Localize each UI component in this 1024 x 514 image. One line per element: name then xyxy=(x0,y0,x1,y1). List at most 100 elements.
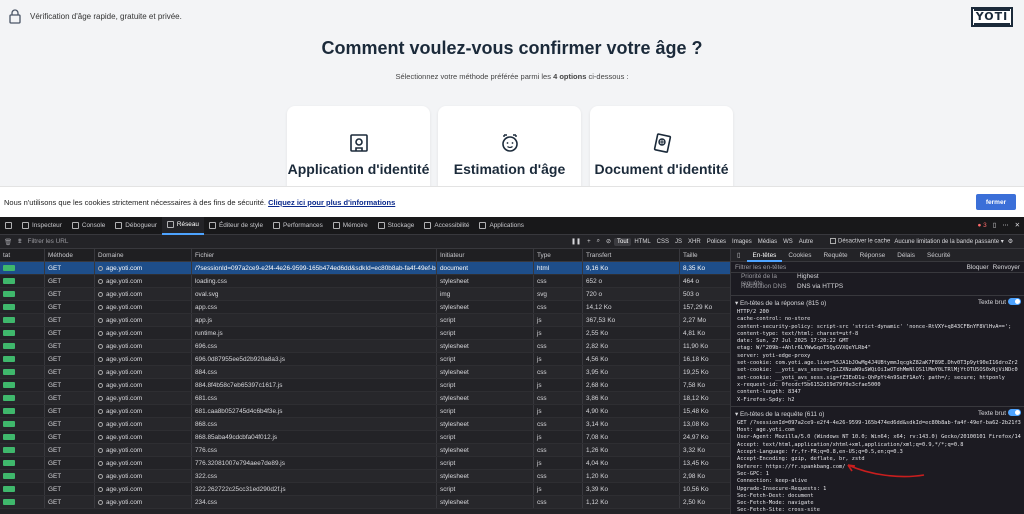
table-row[interactable]: GET age.yoti.com 234.css stylesheet css 1,12 … xyxy=(0,496,730,509)
cell-status xyxy=(0,288,45,300)
lock-icon xyxy=(98,278,103,284)
table-row[interactable]: GET age.yoti.com 776.32081007e794aee7de89.… xyxy=(0,457,730,470)
raw-toggle[interactable] xyxy=(1008,298,1021,305)
resend-button[interactable]: Renvoyer xyxy=(993,264,1020,271)
cell-method: GET xyxy=(45,470,95,482)
add-icon[interactable]: + xyxy=(584,238,594,246)
response-headers-section[interactable]: ▾ En-têtes de la réponse (815 o) Texte b… xyxy=(731,295,1024,307)
table-row[interactable]: GET age.yoti.com/?sessionId=097a2ce9-e2f4… xyxy=(0,262,730,275)
table-row[interactable]: GET age.yoti.com 868.css stylesheet css 3,14 … xyxy=(0,418,730,431)
option-card-age-estimation[interactable]: Estimation d'âge xyxy=(438,106,581,186)
filter-media[interactable]: Médias xyxy=(755,238,780,246)
filter-images[interactable]: Images xyxy=(729,238,755,246)
table-row[interactable]: GET age.yoti.com loading.css stylesheet css 6… xyxy=(0,275,730,288)
cell-method: GET xyxy=(45,353,95,365)
cell-transfer: 9,16 Ko xyxy=(583,262,680,274)
headers-filter-input[interactable]: Filtrer les en-têtes xyxy=(735,264,786,271)
cell-size: 4,81 Ko xyxy=(683,330,706,337)
tab-applications[interactable]: Applications xyxy=(474,217,528,235)
cell-domain: age.yoti.com xyxy=(95,457,192,469)
close-icon[interactable]: ✕ xyxy=(1015,221,1020,229)
col-type[interactable]: Type xyxy=(534,249,583,261)
pick-element-button[interactable] xyxy=(0,217,17,235)
table-row[interactable]: GET age.yoti.com 322.262722c25cc31ed290d2f… xyxy=(0,483,730,496)
option-card-id-app[interactable]: Application d'identité xyxy=(287,106,430,186)
cell-initiator: script xyxy=(437,483,534,495)
tab-console[interactable]: Console xyxy=(67,217,110,235)
trash-icon[interactable]: 🗑 xyxy=(4,238,12,246)
col-status[interactable]: tat xyxy=(0,249,45,261)
tab-inspector[interactable]: Inspecteur xyxy=(17,217,67,235)
cell-size: 3,32 Ko xyxy=(683,447,706,454)
table-row[interactable]: GET age.yoti.com 884.css stylesheet css 3,95 … xyxy=(0,366,730,379)
filter-js[interactable]: JS xyxy=(672,238,685,246)
disable-cache-checkbox[interactable]: Désactiver le cache xyxy=(830,238,890,245)
details-panel-icon[interactable]: ▯ xyxy=(731,249,747,262)
col-initiator[interactable]: Initiateur xyxy=(437,249,534,261)
tab-style-editor[interactable]: Éditeur de style xyxy=(204,217,268,235)
table-row[interactable]: GET age.yoti.com 681.css stylesheet css 3,86 … xyxy=(0,392,730,405)
cookie-info-link[interactable]: Cliquez ici pour plus d'informations xyxy=(268,198,395,207)
table-row[interactable]: GET age.yoti.com oval.svg img svg 720 o 503 o xyxy=(0,288,730,301)
tab-cookies[interactable]: Cookies xyxy=(782,249,817,262)
tab-storage[interactable]: Stockage xyxy=(373,217,420,235)
close-cookie-button[interactable]: fermer xyxy=(976,194,1016,210)
filter-fonts[interactable]: Polices xyxy=(704,238,729,246)
tab-response[interactable]: Réponse xyxy=(854,249,892,262)
table-row[interactable]: GET age.yoti.com 884.8f4b58c7eb65397c1617.… xyxy=(0,379,730,392)
tab-debugger[interactable]: Débogueur xyxy=(110,217,162,235)
table-row[interactable]: GET age.yoti.com app.js script js 367,53 Ko 2,… xyxy=(0,314,730,327)
url-filter[interactable]: 🗑 ⩩ Filtrer les URL xyxy=(4,238,68,246)
type-filters: ❚❚ + ⌕ ⊘ Tout HTML CSS JS XHR Polices Im… xyxy=(568,237,816,246)
cell-size: 10,56 Ko xyxy=(683,486,709,493)
col-method[interactable]: Méthode xyxy=(45,249,95,261)
cell-status xyxy=(0,496,45,508)
search-icon[interactable]: ⌕ xyxy=(594,237,603,246)
error-count[interactable]: ● 3 xyxy=(978,222,987,229)
col-file[interactable]: Fichier xyxy=(192,249,437,261)
tab-timings[interactable]: Délais xyxy=(891,249,921,262)
filter-all[interactable]: Tout xyxy=(613,237,632,246)
cell-initiator: stylesheet xyxy=(437,340,534,352)
cell-file: loading.css xyxy=(192,275,437,287)
filter-other[interactable]: Autre xyxy=(796,238,816,246)
lock-icon xyxy=(98,265,103,271)
throttle-select[interactable]: Aucune limitation de la bande passante ▾ xyxy=(894,238,1003,245)
col-transfer[interactable]: Transfert xyxy=(583,249,680,261)
request-headers-section[interactable]: ▾ En-têtes de la requête (611 o) Texte b… xyxy=(731,405,1024,418)
block-icon[interactable]: ⊘ xyxy=(603,237,614,246)
tab-security[interactable]: Sécurité xyxy=(921,249,956,262)
debugger-icon xyxy=(115,222,123,229)
table-row[interactable]: GET age.yoti.com 322.css stylesheet css 1,20 … xyxy=(0,470,730,483)
table-row[interactable]: GET age.yoti.com 696.0d87955ee5d2b920a8a3.… xyxy=(0,353,730,366)
settings-icon[interactable]: ⚙ xyxy=(1008,238,1013,245)
filter-html[interactable]: HTML xyxy=(631,238,653,246)
filter-css[interactable]: CSS xyxy=(654,238,672,246)
cell-initiator: stylesheet xyxy=(437,301,534,313)
tab-network[interactable]: Réseau xyxy=(161,216,204,235)
col-size[interactable]: Taille xyxy=(680,249,730,261)
tab-request[interactable]: Requête xyxy=(817,249,853,262)
table-row[interactable]: GET age.yoti.com 868.85aba49cdcbfa04f012.j… xyxy=(0,431,730,444)
option-card-id-document[interactable]: Document d'identité xyxy=(590,106,733,186)
filter-xhr[interactable]: XHR xyxy=(685,238,704,246)
table-row[interactable]: GET age.yoti.com 696.css stylesheet css 2,82 … xyxy=(0,340,730,353)
table-row[interactable]: GET age.yoti.com runtime.js script js 2,55 Ko… xyxy=(0,327,730,340)
dock-icon[interactable]: ▯ xyxy=(993,221,997,229)
lock-icon xyxy=(98,356,103,362)
url-filter-input[interactable]: Filtrer les URL xyxy=(28,238,69,246)
tab-accessibility[interactable]: Accessibilité xyxy=(419,217,474,235)
table-row[interactable]: GET age.yoti.com 776.css stylesheet css 1,26 … xyxy=(0,444,730,457)
raw-toggle[interactable] xyxy=(1008,408,1021,416)
col-domain[interactable]: Domaine xyxy=(95,249,192,261)
table-row[interactable]: GET age.yoti.com app.css stylesheet css 14,12… xyxy=(0,301,730,314)
table-row[interactable]: GET age.yoti.com 681.caa8b052745d4c6b4f3e.… xyxy=(0,405,730,418)
tab-headers[interactable]: En-têtes xyxy=(746,249,783,262)
tab-performance[interactable]: Performances xyxy=(268,217,328,235)
more-icon[interactable]: ⋯ xyxy=(1002,221,1008,229)
block-button[interactable]: Bloquer xyxy=(967,264,989,271)
pause-icon[interactable]: ❚❚ xyxy=(568,237,584,246)
tab-memory[interactable]: Mémoire xyxy=(328,217,373,235)
cell-transfer: 4,04 Ko xyxy=(583,457,680,469)
filter-ws[interactable]: WS xyxy=(780,238,796,246)
